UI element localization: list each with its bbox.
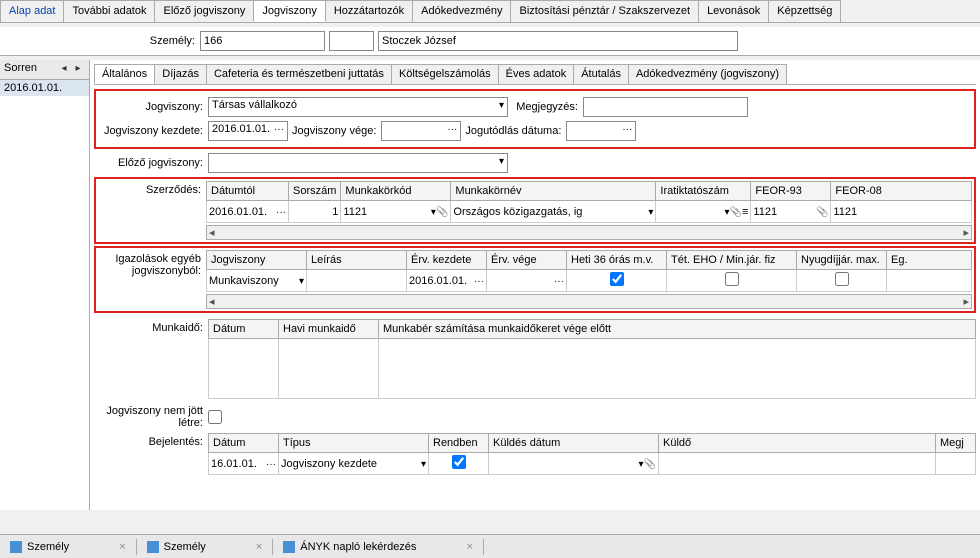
itab-adokedv-jogv[interactable]: Adókedvezmény (jogviszony) [628,64,787,84]
sidebar-header: Sorren [4,62,37,77]
dots-icon[interactable] [554,275,564,287]
rendben-checkbox[interactable] [452,455,466,469]
table-row[interactable] [209,339,976,399]
scrollbar[interactable]: ◂▸ [206,225,972,240]
tab-alap-adat[interactable]: Alap adat [0,0,64,22]
ny-checkbox[interactable] [835,272,849,286]
megj-input[interactable] [583,97,748,117]
paperclip-icon[interactable] [436,206,448,218]
dots-icon [622,123,632,139]
scrollbar[interactable]: ◂▸ [206,294,972,309]
paperclip-icon[interactable] [816,206,828,218]
person-name-input[interactable] [378,31,738,51]
nemjott-label: Jogviszony nem jött létre: [94,405,208,429]
chevron-down-icon[interactable] [648,206,653,218]
vege-label: Jogviszony vége: [292,125,381,137]
person-label: Személy: [140,35,200,47]
doc-icon [283,541,295,553]
dots-icon[interactable] [474,275,484,287]
sidebar-nav-right[interactable]: ▸ [71,63,85,77]
tab-hozzatartozok[interactable]: Hozzátartozók [325,0,413,22]
itab-atutalas[interactable]: Átutalás [573,64,629,84]
szerzodes-grid: Dátumtól Sorszám Munkakörkód Munkakörnév… [206,181,972,223]
table-row[interactable]: Munkaviszony 2016.01.01. [207,270,972,292]
itab-dijazas[interactable]: Díjazás [154,64,207,84]
chevron-down-icon[interactable] [421,458,426,470]
doc-icon[interactable]: ≡ [742,206,748,218]
h36-checkbox[interactable] [610,272,624,286]
dots-icon [447,123,457,139]
kezd-label: Jogviszony kezdete: [98,125,208,137]
sidebar-item[interactable]: 2016.01.01. [0,80,89,96]
table-row[interactable]: 16.01.01. Jogviszony kezdete [209,453,976,475]
jogut-label: Jogutódlás dátuma: [465,125,566,137]
teh-checkbox[interactable] [725,272,739,286]
tab-jogviszony[interactable]: Jogviszony [253,0,325,22]
sidebar: Sorren ◂▸ 2016.01.01. [0,60,90,510]
tab-biztositas[interactable]: Biztosítási pénztár / Szakszervezet [510,0,699,22]
munkaido-grid: Dátum Havi munkaidő Munkabér számítása m… [208,319,976,399]
tab-tovabbi[interactable]: További adatok [63,0,155,22]
szerzodes-label: Szerződés: [98,181,206,240]
igazol-label: Igazolások egyéb jogviszonyból: [98,250,206,309]
jogut-date[interactable] [566,121,636,141]
top-tab-bar: Alap adat További adatok Előző jogviszon… [0,0,980,23]
close-icon[interactable]: × [466,541,472,553]
itab-altalanos[interactable]: Általános [94,64,155,84]
itab-eves[interactable]: Éves adatok [498,64,575,84]
dots-icon[interactable] [276,206,286,218]
ftab-anyk[interactable]: ÁNYK napló lekérdezés× [273,539,484,555]
ftab-szemely-1[interactable]: Személy× [0,539,137,555]
dots-icon[interactable] [266,458,276,470]
chevron-down-icon [499,155,504,171]
megj-label: Megjegyzés: [508,101,583,113]
tab-levonasok[interactable]: Levonások [698,0,769,22]
person-icon [10,541,22,553]
person-id-input[interactable] [200,31,325,51]
elozo-label: Előző jogviszony: [94,157,208,169]
table-row[interactable]: 2016.01.01. 1 1121 Országos közigazgatás… [207,201,972,223]
elozo-select[interactable] [208,153,508,173]
igazol-grid: Jogviszony Leírás Érv. kezdete Érv. vége… [206,250,972,292]
chevron-down-icon[interactable] [299,275,304,287]
vege-date[interactable] [381,121,461,141]
close-icon[interactable]: × [256,541,262,553]
jogv-select[interactable]: Társas vállalkozó [208,97,508,117]
dots-icon [274,123,284,139]
tab-adokedv[interactable]: Adókedvezmény [412,0,511,22]
tab-kepzettseg[interactable]: Képzettség [768,0,841,22]
sidebar-nav-left[interactable]: ◂ [57,63,71,77]
bejel-label: Bejelentés: [94,433,208,475]
paperclip-icon[interactable] [730,206,742,218]
footer-tab-bar: Személy× Személy× ÁNYK napló lekérdezés× [0,534,980,558]
kezd-date[interactable]: 2016.01.01. [208,121,288,141]
nemjott-checkbox[interactable] [208,410,222,424]
munkaido-label: Munkaidő: [94,319,208,399]
bejel-grid: Dátum Típus Rendben Küldés dátum Küldő M… [208,433,976,475]
tab-elozo-jogv[interactable]: Előző jogviszony [154,0,254,22]
paperclip-icon[interactable] [644,458,656,470]
inner-tab-bar: Általános Díjazás Cafeteria és természet… [94,64,976,85]
person-icon [147,541,159,553]
close-icon[interactable]: × [119,541,125,553]
itab-koltseg[interactable]: Költségelszámolás [391,64,499,84]
person-middle-input[interactable] [329,31,374,51]
itab-cafeteria[interactable]: Cafeteria és természetbeni juttatás [206,64,392,84]
chevron-down-icon [499,99,504,115]
ftab-szemely-2[interactable]: Személy× [137,539,274,555]
jogv-label: Jogviszony: [98,101,208,113]
